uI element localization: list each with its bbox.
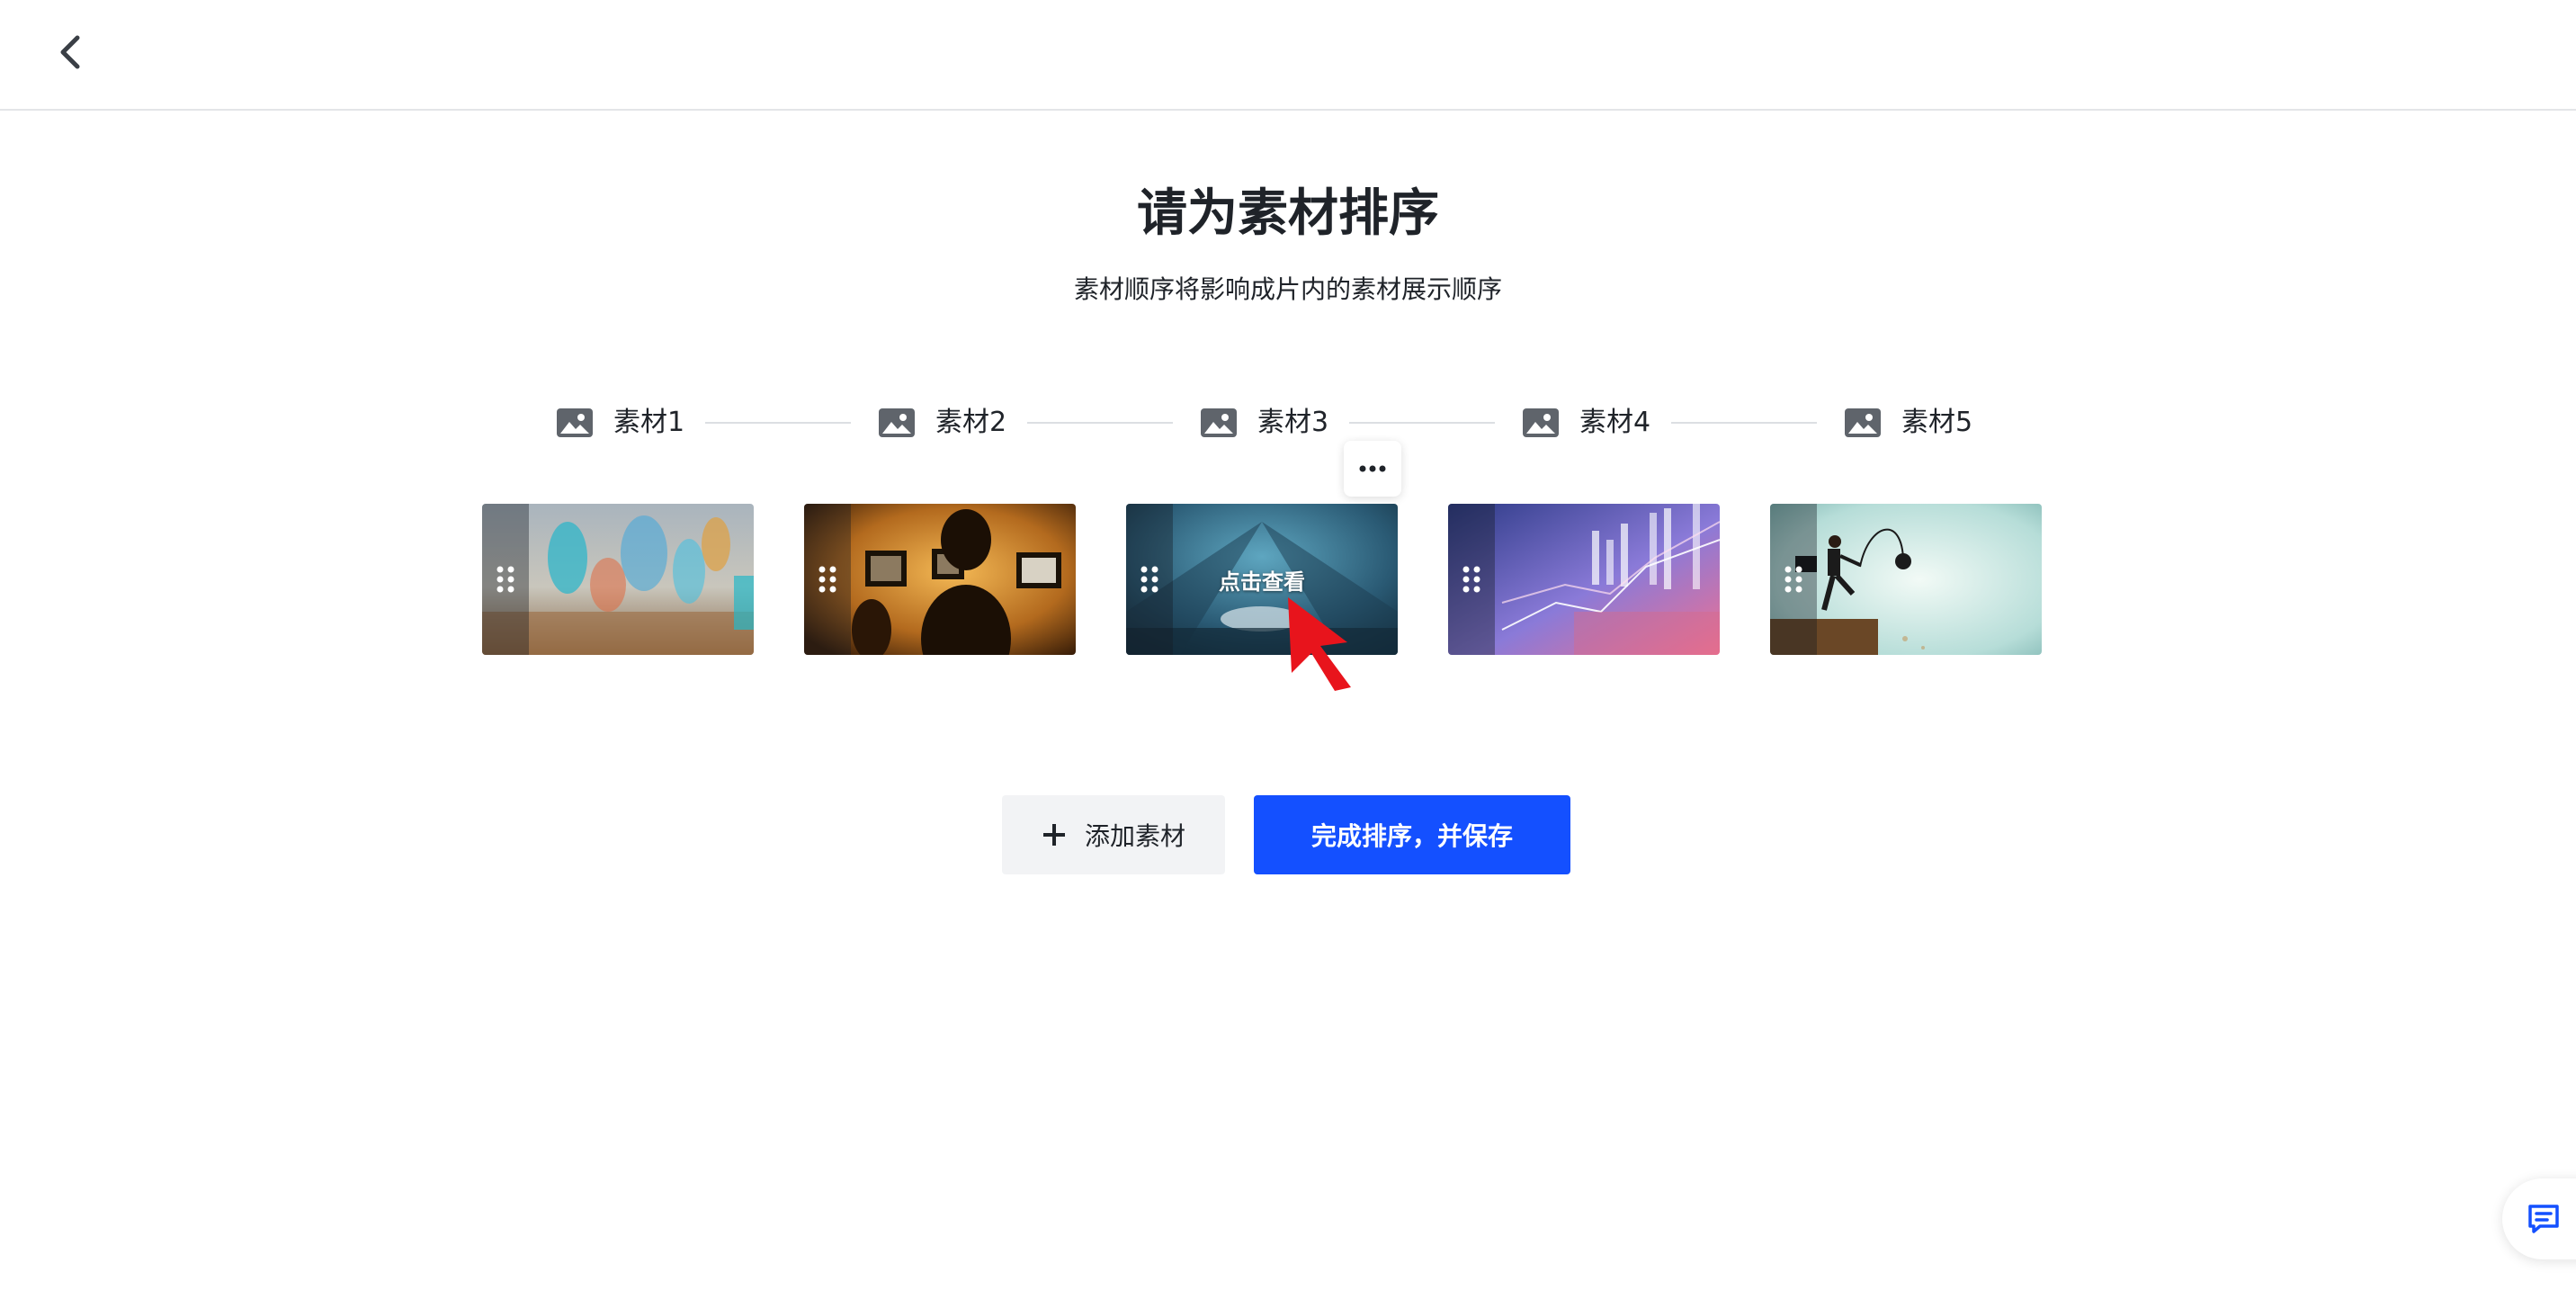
step-label: 素材3: [1257, 407, 1329, 438]
image-icon: [1523, 408, 1559, 437]
save-order-button[interactable]: 完成排序，并保存: [1254, 795, 1570, 874]
step-item-1: 素材1: [556, 403, 684, 443]
drag-handle[interactable]: [482, 504, 529, 655]
step-connector: [1671, 422, 1817, 424]
step-label: 素材5: [1901, 407, 1973, 438]
more-horizontal-icon: [1359, 465, 1386, 472]
image-icon: [557, 408, 593, 437]
step-connector: [1349, 422, 1495, 424]
material-card-3[interactable]: 点击查看: [1126, 504, 1398, 655]
step-item-3: 素材3: [1200, 403, 1328, 443]
page-title: 请为素材排序: [1137, 184, 1439, 243]
material-card-1[interactable]: [482, 504, 754, 655]
drag-handle[interactable]: [804, 504, 851, 655]
drag-handle[interactable]: [1448, 504, 1495, 655]
drag-handle[interactable]: [1770, 504, 1817, 655]
chat-icon: [2528, 1205, 2559, 1233]
back-button[interactable]: [45, 27, 95, 77]
image-icon: [1845, 408, 1881, 437]
step-label: 素材2: [935, 407, 1007, 438]
material-card-5[interactable]: [1770, 504, 2042, 655]
view-hover-label[interactable]: 点击查看: [1126, 504, 1398, 655]
add-material-label: 添加素材: [1084, 821, 1185, 851]
step-label: 素材1: [613, 407, 685, 438]
material-card-4[interactable]: [1448, 504, 1720, 655]
step-item-4: 素材4: [1522, 403, 1650, 443]
step-label: 素材4: [1579, 407, 1651, 438]
drag-dots-icon: [1784, 566, 1802, 593]
step-connector: [705, 422, 851, 424]
step-item-2: 素材2: [878, 403, 1006, 443]
chevron-left-icon: [60, 35, 80, 69]
material-card-2[interactable]: [804, 504, 1076, 655]
feedback-button[interactable]: [2502, 1178, 2576, 1259]
top-bar: [0, 0, 2576, 111]
drag-dots-icon: [818, 566, 836, 593]
plus-icon: [1042, 824, 1065, 846]
step-item-5: 素材5: [1844, 403, 1972, 443]
image-icon: [1201, 408, 1237, 437]
image-icon: [879, 408, 915, 437]
add-material-button[interactable]: 添加素材: [1002, 795, 1225, 874]
drag-dots-icon: [496, 566, 514, 593]
more-options-button[interactable]: [1344, 441, 1401, 497]
drag-dots-icon: [1462, 566, 1480, 593]
pointer-arrow-icon: [1288, 597, 1351, 691]
step-connector: [1027, 422, 1173, 424]
page-subtitle: 素材顺序将影响成片内的素材展示顺序: [1073, 274, 1502, 304]
